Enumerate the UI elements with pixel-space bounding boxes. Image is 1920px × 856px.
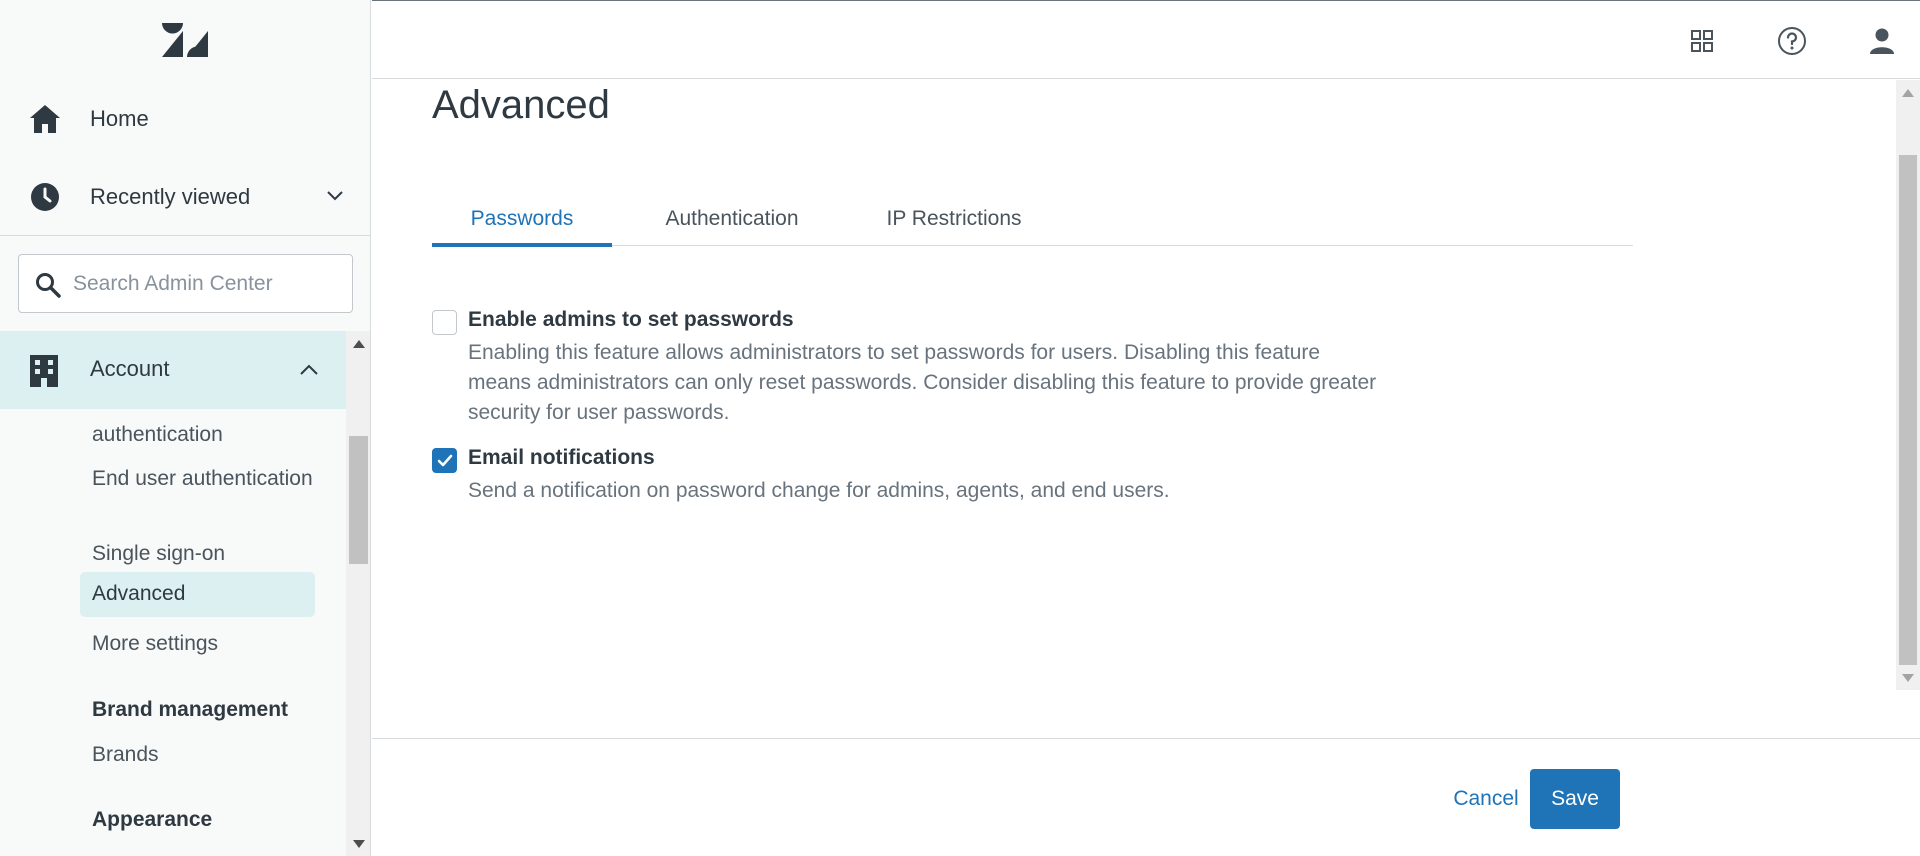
nav-account-label: Account [90,356,170,381]
tab-list: Passwords Authentication IP Restrictions [432,198,1633,247]
scroll-up-arrow-icon[interactable] [353,340,365,348]
email-notifications-checkbox[interactable] [432,448,457,473]
main-content: Advanced Passwords Authentication IP Res… [372,80,1896,740]
zendesk-logo-icon[interactable] [162,22,208,58]
option-label[interactable]: Enable admins to set passwords [468,308,794,332]
checkmark-icon [437,454,453,467]
footer-bar: Cancel Save [372,738,1920,856]
option-description: Send a notification on password change f… [468,479,1170,502]
home-icon [28,102,62,136]
profile-icon[interactable] [1864,23,1900,59]
top-header [372,0,1920,79]
sidebar-divider [0,235,370,236]
nav-item-end-user-authentication[interactable]: End user authentication [80,464,315,494]
enable-admins-set-passwords-checkbox[interactable] [432,310,457,335]
nav-home[interactable]: Home [0,80,370,158]
search-icon [35,272,61,298]
nav-home-label: Home [90,106,149,131]
section-appearance: Appearance [92,808,213,831]
nav-item-brands[interactable]: Brands [80,740,315,770]
save-button[interactable]: Save [1530,769,1620,829]
option-label[interactable]: Email notifications [468,446,655,470]
search-input[interactable] [73,265,343,303]
nav-item-more-settings[interactable]: More settings [80,629,315,659]
apps-grid-icon[interactable] [1684,23,1720,59]
sidebar: Home Recently viewed Account [0,0,371,856]
search-box[interactable] [18,254,353,313]
main-scrollbar[interactable] [1896,80,1920,690]
clock-icon [28,180,62,214]
option-description: Enabling this feature allows administrat… [468,341,1377,424]
tab-authentication[interactable]: Authentication [632,198,832,246]
nav-scroll-area: Account authentication End user authenti… [0,331,346,856]
sidebar-scroll-thumb[interactable] [349,436,368,564]
chevron-down-icon[interactable] [325,186,345,206]
tab-ip-restrictions[interactable]: IP Restrictions [832,198,1076,246]
sidebar-scrollbar[interactable] [346,331,370,856]
scroll-down-arrow-icon[interactable] [353,840,365,848]
nav-item-advanced[interactable]: Advanced [80,572,315,617]
nav-account[interactable]: Account [0,331,346,409]
scroll-up-arrow-icon[interactable] [1902,89,1914,97]
chevron-up-icon[interactable] [298,360,320,380]
nav-recently-viewed-label: Recently viewed [90,184,251,209]
main-scroll-thumb[interactable] [1899,155,1917,665]
nav-recently-viewed[interactable]: Recently viewed [0,158,370,236]
nav-item-single-sign-on[interactable]: Single sign-on [80,539,315,569]
building-icon [30,355,58,387]
page-title: Advanced [432,83,610,127]
scroll-down-arrow-icon[interactable] [1902,674,1914,682]
tab-passwords[interactable]: Passwords [432,198,612,247]
section-brand-management: Brand management [92,698,289,721]
nav-item-authentication[interactable]: authentication [80,420,315,450]
cancel-button[interactable]: Cancel [1426,769,1546,829]
help-icon[interactable] [1774,23,1810,59]
